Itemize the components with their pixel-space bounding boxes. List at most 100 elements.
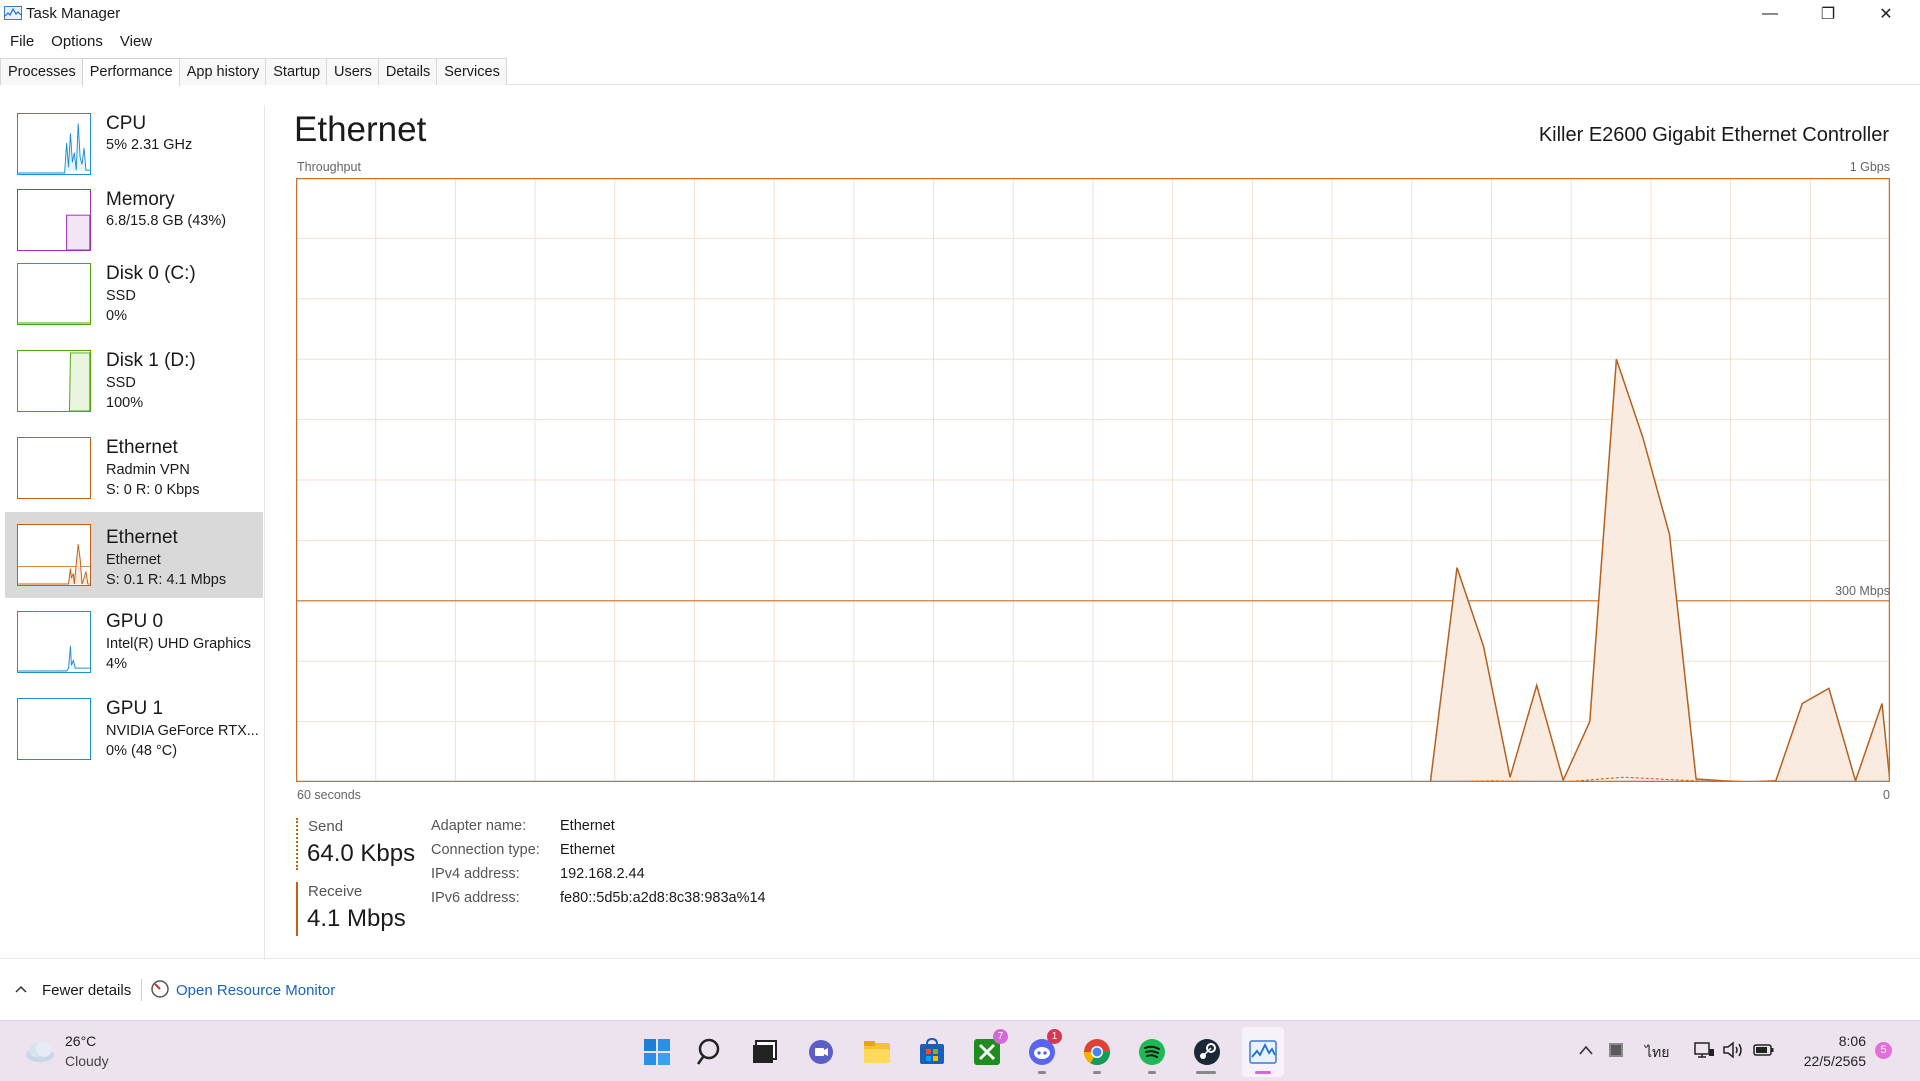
input-language[interactable]: ไทย — [1645, 1042, 1669, 1064]
sidebar-item-gpu0[interactable]: GPU 0 Intel(R) UHD Graphics 4% — [5, 605, 263, 691]
tray-app-icon[interactable] — [1608, 1042, 1624, 1058]
tab-startup[interactable]: Startup — [265, 58, 328, 85]
fewer-details-button[interactable]: Fewer details — [42, 982, 131, 999]
sidebar-item-ethernet-radmin[interactable]: Ethernet Radmin VPN S: 0 R: 0 Kbps — [5, 431, 263, 517]
page-title: Ethernet — [294, 110, 427, 149]
tab-users[interactable]: Users — [326, 58, 379, 85]
chrome-button[interactable] — [1082, 1037, 1112, 1067]
sidebar-item-title: CPU — [106, 113, 147, 134]
spotify-icon — [1139, 1039, 1165, 1065]
sidebar-item-cpu[interactable]: CPU 5% 2.31 GHz — [5, 105, 263, 191]
tab-details[interactable]: Details — [377, 58, 438, 85]
tab-processes[interactable]: Processes — [0, 58, 83, 85]
chevron-up-icon[interactable] — [14, 984, 28, 994]
sidebar-item-detail: SSD — [106, 375, 136, 391]
receive-value: 4.1 Mbps — [307, 905, 406, 932]
sidebar-item-usage: 4% — [106, 656, 127, 672]
sidebar-item-detail: NVIDIA GeForce RTX... — [106, 723, 259, 739]
sidebar-item-usage: S: 0.1 R: 4.1 Mbps — [106, 572, 227, 588]
tab-strip: Processes Performance App history Startu… — [0, 58, 1920, 86]
notification-count-badge[interactable]: 5 — [1875, 1042, 1892, 1059]
sidebar-item-title: Disk 1 (D:) — [106, 350, 196, 371]
clock-time[interactable]: 8:06 — [1839, 1033, 1866, 1049]
steam-running-indicator — [1196, 1071, 1216, 1074]
task-manager-button[interactable] — [1248, 1037, 1278, 1067]
teams-chat-button[interactable] — [806, 1037, 836, 1067]
tab-app-history[interactable]: App history — [178, 58, 267, 85]
start-icon — [644, 1039, 670, 1065]
graph-time-label: 60 seconds — [297, 788, 361, 802]
network-icon[interactable] — [1693, 1041, 1715, 1059]
memory-mini-graph — [17, 189, 91, 251]
file-explorer-icon — [864, 1041, 890, 1063]
battery-icon[interactable] — [1753, 1043, 1775, 1057]
send-value: 64.0 Kbps — [307, 840, 416, 867]
footer-divider — [141, 979, 142, 1001]
teams-chat-icon — [809, 1040, 833, 1064]
restore-icon: ❐ — [1820, 6, 1836, 23]
adapter-model: Killer E2600 Gigabit Ethernet Controller — [1538, 124, 1889, 146]
sidebar-item-ethernet[interactable]: Ethernet Ethernet S: 0.1 R: 4.1 Mbps — [5, 512, 263, 598]
steam-button[interactable] — [1192, 1037, 1222, 1067]
disk0-mini-graph — [17, 263, 91, 325]
taskbar: 26°C Cloudy 7 1 ไทย 8:06 22/5/2565 5 — [0, 1020, 1920, 1081]
file-explorer-button[interactable] — [862, 1037, 892, 1067]
chrome-icon — [1083, 1039, 1111, 1066]
ethernet-mini-graph — [17, 524, 91, 586]
ethernet-radmin-mini-graph — [17, 437, 91, 499]
tab-services[interactable]: Services — [436, 58, 507, 85]
spotify-running-indicator — [1148, 1071, 1156, 1074]
sidebar-item-title: GPU 1 — [106, 698, 164, 719]
search-button[interactable] — [696, 1037, 726, 1067]
close-button[interactable]: ✕ — [1857, 0, 1915, 28]
ipv6-value: fe80::5d5b:a2d8:8c38:983a%14 — [560, 890, 766, 906]
chevron-up-icon[interactable] — [1578, 1043, 1594, 1057]
restore-button[interactable]: ❐ — [1799, 0, 1857, 28]
task-manager-app-icon — [4, 6, 22, 20]
search-icon — [696, 1038, 720, 1065]
menu-options[interactable]: Options — [42, 30, 111, 54]
sidebar-item-usage: 0% — [106, 308, 127, 324]
receive-label: Receive — [308, 883, 363, 900]
cloudy-weather-icon[interactable] — [22, 1037, 58, 1065]
ipv4-label: IPv4 address: — [431, 866, 520, 882]
sidebar-item-disk1[interactable]: Disk 1 (D:) SSD 100% — [5, 344, 263, 430]
adapter-name-label: Adapter name: — [431, 818, 527, 834]
weather-description[interactable]: Cloudy — [65, 1053, 109, 1069]
menu-view[interactable]: View — [111, 30, 160, 54]
minimize-button[interactable]: — — [1741, 0, 1799, 28]
graph-zero-label: 0 — [1883, 788, 1890, 802]
adapter-name-value: Ethernet — [560, 818, 615, 834]
sidebar-item-title: Ethernet — [106, 527, 178, 548]
graph-max-label: 1 Gbps — [1849, 160, 1890, 174]
clock-date[interactable]: 22/5/2565 — [1804, 1053, 1866, 1069]
task-view-button[interactable] — [750, 1037, 780, 1067]
task-view-icon — [753, 1040, 777, 1063]
sidebar-item-title: GPU 0 — [106, 611, 164, 632]
discord-running-indicator — [1038, 1071, 1046, 1074]
store-button[interactable] — [917, 1037, 947, 1067]
volume-icon[interactable] — [1722, 1041, 1744, 1059]
graph-title-label: Throughput — [297, 160, 361, 174]
sidebar-item-detail: Intel(R) UHD Graphics — [106, 636, 252, 652]
spotify-button[interactable] — [1137, 1037, 1167, 1067]
send-label: Send — [308, 818, 344, 835]
weather-temperature[interactable]: 26°C — [65, 1033, 96, 1049]
resource-monitor-icon — [151, 980, 169, 998]
menu-file[interactable]: File — [0, 30, 42, 54]
chrome-running-indicator — [1093, 1071, 1101, 1074]
sidebar-item-title: Disk 0 (C:) — [106, 263, 196, 284]
sidebar-item-detail: SSD — [106, 288, 136, 304]
sidebar-item-gpu1[interactable]: GPU 1 NVIDIA GeForce RTX... 0% (48 °C) — [5, 692, 263, 778]
sidebar-item-usage: 0% (48 °C) — [106, 743, 178, 759]
sidebar-item-memory[interactable]: Memory 6.8/15.8 GB (43%) — [5, 181, 263, 267]
throughput-graph — [296, 178, 1890, 782]
store-icon — [920, 1037, 944, 1064]
performance-sidebar: CPU 5% 2.31 GHz Memory 6.8/15.8 GB (43%)… — [0, 105, 265, 960]
tab-performance[interactable]: Performance — [81, 58, 180, 86]
open-resource-monitor-link[interactable]: Open Resource Monitor — [176, 982, 335, 999]
sidebar-item-disk0[interactable]: Disk 0 (C:) SSD 0% — [5, 257, 263, 343]
start-button[interactable] — [642, 1037, 672, 1067]
sidebar-item-detail: Ethernet — [106, 552, 161, 568]
connection-type-label: Connection type: — [431, 842, 540, 858]
